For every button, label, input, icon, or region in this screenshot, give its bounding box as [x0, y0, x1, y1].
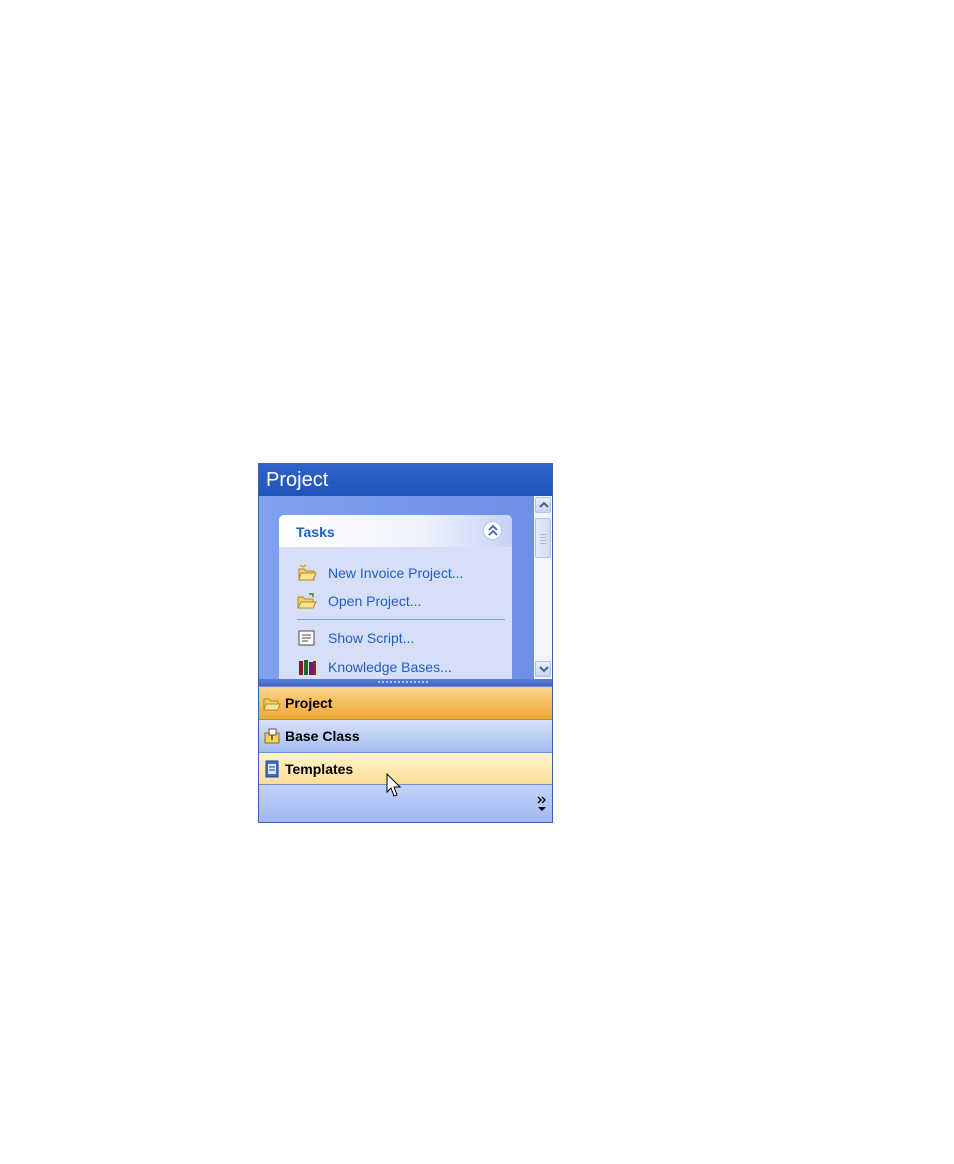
- scroll-thumb[interactable]: [535, 518, 551, 558]
- tasks-card-header[interactable]: Tasks: [279, 515, 512, 547]
- more-chevron-icon[interactable]: [537, 795, 547, 813]
- tasks-card-title: Tasks: [296, 524, 335, 540]
- panel-title: Project: [259, 464, 552, 496]
- task-label: New Invoice Project...: [328, 565, 464, 581]
- nav-button-templates[interactable]: Templates: [259, 752, 552, 785]
- chevron-down-icon: [539, 666, 549, 673]
- task-pane-content: Tasks New Invoice Project... Open Projec…: [259, 496, 534, 679]
- scroll-up-button[interactable]: [535, 497, 551, 513]
- task-knowledge-bases[interactable]: Knowledge Bases...: [297, 657, 452, 677]
- new-project-icon: [298, 564, 317, 581]
- splitter-grip: [377, 681, 429, 683]
- mouse-pointer-icon: [386, 773, 402, 797]
- nav-button-label: Templates: [285, 761, 354, 777]
- double-chevron-up-icon: [488, 525, 498, 536]
- chevron-up-icon: [539, 501, 549, 508]
- base-class-icon: [264, 728, 280, 744]
- scroll-down-button[interactable]: [535, 661, 551, 677]
- task-label: Show Script...: [328, 630, 415, 646]
- nav-button-base-class[interactable]: Base Class: [259, 719, 552, 752]
- project-panel: Project Tasks New Invoice Project... Ope…: [258, 463, 553, 823]
- task-open-project[interactable]: Open Project...: [297, 591, 421, 611]
- templates-icon: [265, 760, 279, 778]
- task-separator: [297, 619, 505, 620]
- nav-footer-bar: [259, 784, 552, 822]
- task-label: Open Project...: [328, 593, 422, 609]
- nav-button-label: Project: [285, 695, 333, 711]
- script-icon: [298, 630, 315, 646]
- task-pane-scrollbar[interactable]: [534, 496, 552, 679]
- project-folder-icon: [263, 698, 281, 711]
- tasks-card: Tasks New Invoice Project... Open Projec…: [279, 515, 512, 679]
- collapse-tasks-button[interactable]: [483, 521, 502, 540]
- pane-splitter[interactable]: [259, 679, 552, 686]
- task-label: Knowledge Bases...: [328, 659, 452, 675]
- nav-button-label: Base Class: [285, 728, 360, 744]
- books-icon: [299, 660, 316, 675]
- task-show-script[interactable]: Show Script...: [297, 628, 414, 648]
- task-new-invoice-project[interactable]: New Invoice Project...: [297, 563, 463, 583]
- nav-button-project[interactable]: Project: [259, 686, 552, 719]
- open-folder-icon: [297, 593, 317, 609]
